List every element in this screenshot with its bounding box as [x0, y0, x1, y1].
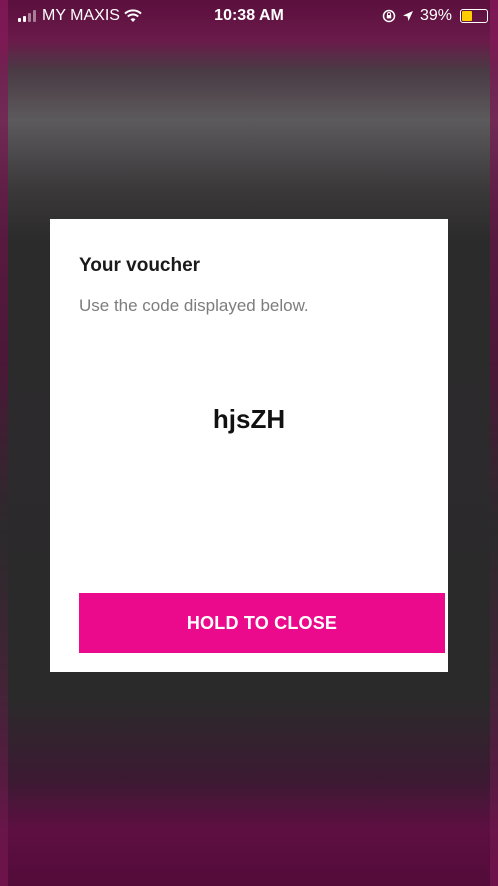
battery-percent: 39% [419, 7, 452, 24]
modal-title: Your voucher [79, 255, 201, 276]
battery-icon [460, 9, 488, 23]
battery-level [462, 11, 473, 21]
location-icon [402, 11, 413, 21]
hold-to-close-button[interactable]: HOLD TO CLOSE [79, 593, 445, 653]
status-bar: MY MAXIS 10:38 AM 39% [0, 0, 498, 34]
modal-subtitle: Use the code displayed below. [79, 296, 309, 315]
right-edge-glow [490, 0, 498, 886]
voucher-modal: Your voucher Use the code displayed belo… [50, 219, 448, 672]
voucher-code: hjsZH [212, 404, 286, 434]
status-right: 39% [382, 7, 488, 25]
left-edge-glow [0, 0, 8, 886]
lock-rotation-icon [382, 9, 396, 23]
